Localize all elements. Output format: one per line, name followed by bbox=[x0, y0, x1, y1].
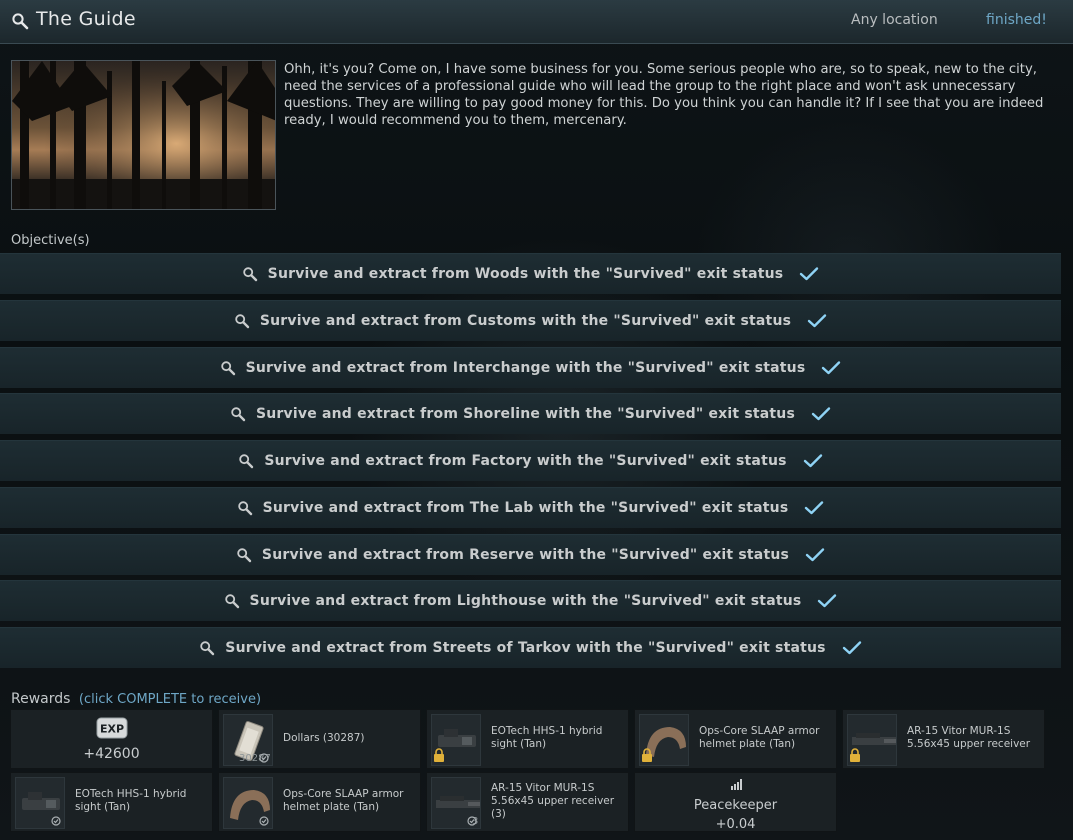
checkmark-icon bbox=[811, 407, 831, 421]
objective-text: Survive and extract from Shoreline with … bbox=[255, 406, 796, 423]
objective-text: Survive and extract from Reserve with th… bbox=[261, 546, 790, 563]
search-icon bbox=[12, 13, 29, 30]
search-icon bbox=[220, 360, 235, 375]
objective-content: Survive and extract from Reserve with th… bbox=[236, 547, 825, 563]
exp-value: +42600 bbox=[83, 746, 140, 762]
reward-eotech[interactable]: EOTech HHS-1 hybrid sight (Tan) bbox=[10, 772, 213, 832]
quest-header: The Guide Any location finished! bbox=[0, 0, 1073, 44]
lock-icon bbox=[642, 748, 652, 762]
reward-item-name: EOTech HHS-1 hybrid sight (Tan) bbox=[491, 725, 603, 750]
objective-row[interactable]: Survive and extract from Lighthouse with… bbox=[0, 580, 1061, 622]
objective-text: Survive and extract from The Lab with th… bbox=[262, 499, 789, 516]
reward-slaap[interactable]: Ops-Core SLAAP armor helmet plate (Tan) bbox=[218, 772, 421, 832]
lock-icon bbox=[434, 748, 444, 762]
reward-item-name: AR-15 Vitor MUR-1S 5.56x45 upper receive… bbox=[907, 725, 1031, 750]
search-icon bbox=[200, 641, 215, 656]
exp-badge-icon: EXP bbox=[96, 717, 128, 739]
reward-reputation[interactable]: Peacekeeper +0.04 bbox=[634, 772, 837, 832]
reward-eotech-locked[interactable]: EOTech HHS-1 hybrid sight (Tan) bbox=[426, 709, 629, 769]
search-icon bbox=[224, 594, 239, 609]
objectives-label: Objective(s) bbox=[11, 233, 90, 248]
objective-content: Survive and extract from Interchange wit… bbox=[220, 360, 842, 376]
checkmark-icon bbox=[842, 641, 861, 655]
objective-content: Survive and extract from Customs with th… bbox=[234, 313, 827, 329]
search-icon bbox=[239, 454, 254, 469]
quest-image bbox=[11, 60, 276, 210]
objective-content: Survive and extract from Woods with the … bbox=[242, 266, 820, 282]
found-in-raid-icon bbox=[467, 816, 477, 826]
objective-content: Survive and extract from Factory with th… bbox=[238, 453, 822, 469]
reward-slaap-locked[interactable]: Ops-Core SLAAP armor helmet plate (Tan) bbox=[634, 709, 837, 769]
objective-row[interactable]: Survive and extract from Factory with th… bbox=[0, 440, 1061, 481]
objective-text: Survive and extract from Woods with the … bbox=[267, 266, 784, 282]
objective-text: Survive and extract from Interchange wit… bbox=[245, 359, 806, 376]
quest-status: finished! bbox=[986, 12, 1047, 28]
reward-dollars[interactable]: 30287 Dollars (30287) bbox=[218, 709, 421, 769]
checkmark-icon bbox=[818, 594, 837, 608]
objective-row[interactable]: Survive and extract from Customs with th… bbox=[0, 299, 1061, 341]
objective-row[interactable]: Survive and extract from Shoreline with … bbox=[0, 393, 1061, 435]
objective-content: Survive and extract from Lighthouse with… bbox=[224, 593, 838, 609]
objective-row[interactable]: Survive and extract from Woods with the … bbox=[0, 253, 1061, 294]
reward-item-name: Ops-Core SLAAP armor helmet plate (Tan) bbox=[283, 788, 404, 813]
search-icon bbox=[237, 501, 252, 515]
reward-item-name: Ops-Core SLAAP armor helmet plate (Tan) bbox=[699, 725, 820, 750]
objective-row[interactable]: Survive and extract from Streets of Tark… bbox=[0, 627, 1061, 668]
objective-content: Survive and extract from Shoreline with … bbox=[230, 406, 831, 422]
rewards-title: Rewards bbox=[11, 691, 71, 707]
search-icon bbox=[231, 407, 246, 422]
objective-row[interactable]: Survive and extract from Reserve with th… bbox=[0, 533, 1061, 575]
reputation-icon bbox=[731, 779, 742, 790]
search-icon bbox=[235, 314, 250, 328]
lock-icon bbox=[850, 748, 860, 762]
reputation-value: +0.04 bbox=[715, 817, 756, 832]
objective-text: Survive and extract from Factory with th… bbox=[264, 453, 787, 469]
search-icon bbox=[237, 547, 252, 562]
reputation-trader: Peacekeeper bbox=[693, 798, 778, 813]
checkmark-icon bbox=[805, 547, 825, 561]
objective-content: Survive and extract from The Lab with th… bbox=[237, 500, 825, 516]
dollars-name: Dollars (30287) bbox=[283, 732, 365, 744]
reward-exp[interactable]: EXP +42600 bbox=[10, 709, 213, 769]
objective-text: Survive and extract from Customs with th… bbox=[259, 312, 792, 329]
forest-illustration bbox=[12, 61, 275, 209]
reward-mur1s-locked[interactable]: AR-15 Vitor MUR-1S 5.56x45 upper receive… bbox=[842, 709, 1045, 769]
quest-location: Any location bbox=[851, 12, 938, 28]
search-icon bbox=[242, 267, 257, 282]
svg-text:EXP: EXP bbox=[100, 723, 124, 736]
found-in-raid-icon bbox=[51, 816, 61, 826]
rewards-hint: (click COMPLETE to receive) bbox=[78, 692, 262, 707]
quest-title: The Guide bbox=[36, 8, 136, 30]
checkmark-icon bbox=[807, 314, 827, 327]
objective-text: Survive and extract from Lighthouse with… bbox=[249, 593, 802, 610]
reward-mur1s[interactable]: 3 AR-15 Vitor MUR-1S 5.56x45 upper recei… bbox=[426, 772, 629, 832]
reward-item-name: EOTech HHS-1 hybrid sight (Tan) bbox=[75, 788, 187, 813]
checkmark-icon bbox=[800, 267, 819, 281]
objective-content: Survive and extract from Streets of Tark… bbox=[199, 640, 861, 656]
objective-row[interactable]: Survive and extract from The Lab with th… bbox=[0, 486, 1061, 528]
quest-description: Ohh, it's you? Come on, I have some busi… bbox=[284, 62, 1044, 128]
objective-row[interactable]: Survive and extract from Interchange wit… bbox=[0, 346, 1061, 388]
checkmark-icon bbox=[822, 360, 841, 374]
checkmark-icon bbox=[805, 501, 824, 514]
found-in-raid-icon bbox=[259, 816, 269, 826]
found-in-raid-icon bbox=[259, 753, 269, 763]
objective-text: Survive and extract from Streets of Tark… bbox=[225, 640, 826, 656]
rewards-label: Rewards (click COMPLETE to receive) bbox=[11, 691, 261, 707]
reward-item-name: AR-15 Vitor MUR-1S 5.56x45 upper receive… bbox=[491, 782, 615, 820]
checkmark-icon bbox=[803, 454, 822, 468]
